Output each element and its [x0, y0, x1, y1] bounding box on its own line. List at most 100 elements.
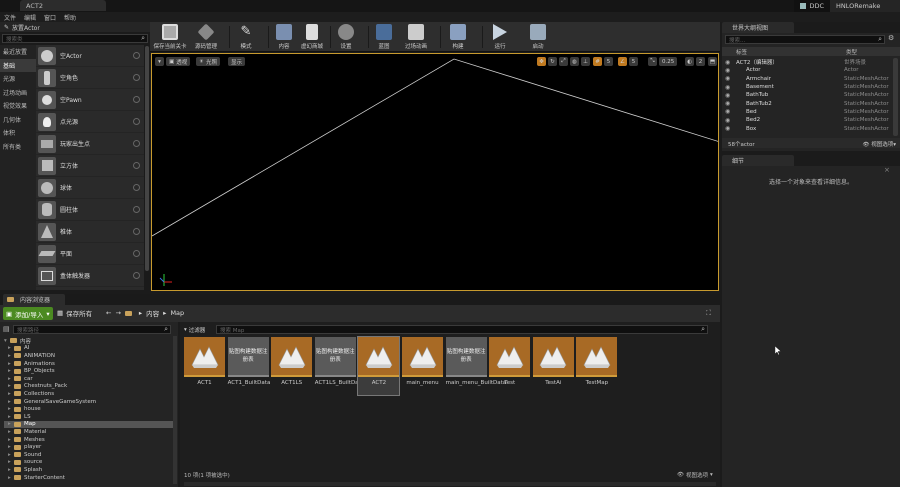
show-button[interactable]: 显示 [228, 57, 246, 66]
column-label[interactable]: 标签 [736, 48, 747, 56]
folder-tree-item[interactable]: ▸ source [4, 459, 174, 467]
scale-snap-value[interactable]: 0.25 [659, 57, 678, 66]
folder-search-input[interactable]: 搜索路径 ⌕ [13, 325, 171, 334]
category-lights[interactable]: 光源 [0, 72, 36, 86]
asset-view-options-button[interactable]: 👁 视图选项 ▾ [677, 471, 713, 479]
help-icon[interactable] [133, 206, 140, 213]
class-search-input[interactable]: 搜索类 ⌕ [2, 34, 148, 43]
help-icon[interactable] [133, 118, 140, 125]
folder-tree-item[interactable]: ▸ BP_Objects [4, 367, 174, 375]
folder-tree-scrollbar[interactable] [173, 336, 177, 484]
source-control-button[interactable]: 源码管理 [186, 23, 226, 51]
folder-tree-item[interactable]: ▸ player [4, 443, 174, 451]
sources-toggle-icon[interactable]: ▤ [3, 325, 10, 333]
visibility-eye-icon[interactable]: ◉ [725, 75, 730, 82]
folder-tree-item[interactable]: ▸ LS [4, 413, 174, 421]
outliner-row[interactable]: ◉ Actor Actor [722, 66, 892, 74]
asset-tile[interactable]: 贴图构建数据注册表 ACT1LS_BuiltData [314, 337, 364, 395]
filters-button[interactable]: ▾ 过滤器 [184, 325, 214, 334]
help-icon[interactable] [133, 162, 140, 169]
asset-tile[interactable]: TestAi [532, 337, 574, 395]
help-icon[interactable] [133, 184, 140, 191]
help-icon[interactable] [133, 272, 140, 279]
category-visual-effects[interactable]: 视觉效果 [0, 99, 36, 113]
menu-help[interactable]: 帮助 [64, 13, 76, 22]
visibility-eye-icon[interactable]: ◉ [725, 84, 730, 91]
breadcrumb-root[interactable]: 内容 [146, 308, 159, 318]
help-icon[interactable] [133, 250, 140, 257]
category-all-classes[interactable]: 所有类 [0, 140, 36, 154]
gear-icon[interactable]: ⚙ [888, 34, 894, 42]
perspective-button[interactable]: ▣ 透视 [166, 57, 191, 66]
add-import-button[interactable]: ▣ 添加/导入 ▾ [3, 307, 53, 320]
maximize-viewport-icon[interactable]: ⬒ [708, 57, 717, 66]
list-item[interactable]: 平面 [36, 243, 144, 265]
folder-tree-item[interactable]: ▸ GeneralSaveGameSystem [4, 398, 174, 406]
rotate-tool-icon[interactable]: ↻ [548, 57, 557, 66]
category-geometry[interactable]: 几何体 [0, 113, 36, 127]
outliner-row[interactable]: ◉ Bed2 StaticMeshActor [722, 116, 892, 124]
translate-tool-icon[interactable]: ✥ [537, 57, 546, 66]
modes-button[interactable]: ✎ 模式 [226, 23, 266, 51]
list-item[interactable]: 空角色 [36, 67, 144, 89]
visibility-eye-icon[interactable]: ◉ [725, 92, 730, 99]
menu-edit[interactable]: 编辑 [24, 13, 36, 22]
asset-search-input[interactable]: 搜索 Map ⌕ [216, 325, 708, 334]
lit-button[interactable]: ☀ 光照 [196, 57, 220, 66]
view-options-button[interactable]: 👁 视图选项▾ [862, 140, 896, 148]
visibility-eye-icon[interactable]: ◉ [725, 100, 730, 107]
outliner-row[interactable]: ◉ ACT2（编辑器） 世界场景 [722, 58, 892, 67]
visibility-eye-icon[interactable]: ◉ [725, 108, 730, 115]
launch-button[interactable]: 启动 [518, 23, 558, 51]
list-item[interactable]: 立方体 [36, 155, 144, 177]
save-current-level-button[interactable]: 保存当前关卡 [150, 23, 190, 51]
outliner-row[interactable]: ◉ Armchair StaticMeshActor [722, 75, 892, 83]
breadcrumb-current[interactable]: Map [170, 309, 184, 317]
column-type[interactable]: 类型 [846, 48, 857, 56]
lock-icon[interactable]: ⛶ [706, 309, 711, 318]
world-outliner-tab[interactable]: 世界大纲视图 [722, 22, 794, 33]
viewport-options-button[interactable]: ▾ [155, 57, 164, 66]
outliner-row[interactable]: ◉ Bed StaticMeshActor [722, 108, 892, 116]
help-icon[interactable] [133, 74, 140, 81]
list-item[interactable]: 球体 [36, 177, 144, 199]
back-arrow-icon[interactable]: ← [106, 309, 111, 317]
build-button[interactable]: 构建 [438, 23, 478, 51]
asset-tile[interactable]: ACT1 [184, 337, 225, 395]
help-icon[interactable] [133, 140, 140, 147]
outliner-row[interactable]: ◉ Box StaticMeshActor [722, 124, 892, 132]
list-item[interactable]: 盒体触发器 [36, 265, 144, 287]
folder-tree-item[interactable]: ▸ Material [4, 428, 174, 436]
list-item[interactable]: 圆柱体 [36, 199, 144, 221]
scale-snap-icon[interactable]: ⤡ [648, 57, 657, 66]
menu-window[interactable]: 窗口 [44, 13, 56, 22]
list-item[interactable]: 空Pawn [36, 89, 144, 111]
category-recent[interactable]: 最近放置 [0, 45, 36, 59]
folder-tree-item[interactable]: ▸ StarterContent [4, 474, 174, 482]
asset-tile[interactable]: TestMap [576, 337, 618, 395]
world-space-icon[interactable]: ◍ [570, 57, 579, 66]
folder-tree-item[interactable]: ▸ Collections [4, 390, 174, 398]
asset-tile[interactable]: ACT2 [357, 336, 401, 396]
document-tab[interactable]: ACT2 [20, 0, 106, 11]
outliner-row[interactable]: ◉ Basement StaticMeshActor [722, 83, 892, 91]
menu-file[interactable]: 文件 [4, 13, 16, 22]
list-item[interactable]: 点光源 [36, 111, 144, 133]
rotation-snap-icon[interactable]: ∠ [618, 57, 627, 66]
content-browser-tab[interactable]: 内容浏览器 [3, 294, 65, 305]
category-basic[interactable]: 基础 [0, 58, 36, 72]
folder-tree-item[interactable]: ▸ Map [4, 420, 174, 429]
modes-scrollbar-thumb[interactable] [145, 46, 149, 271]
forward-arrow-icon[interactable]: → [115, 309, 120, 317]
asset-tile[interactable]: 贴图构建数据注册表 ACT1_BuiltData [227, 337, 270, 395]
help-icon[interactable] [133, 52, 140, 59]
scale-tool-icon[interactable]: ⤢ [559, 57, 568, 66]
settings-button[interactable]: 设置 [326, 23, 366, 51]
asset-tile[interactable]: main_menu [402, 337, 443, 395]
folder-tree-item[interactable]: ▸ car [4, 375, 174, 383]
surface-snap-icon[interactable]: ⊥ [581, 57, 590, 66]
folder-tree-item[interactable]: ▸ Meshes [4, 436, 174, 444]
asset-tile[interactable]: Test [489, 337, 531, 395]
outliner-scrollbar[interactable] [893, 58, 898, 136]
folder-tree-item[interactable]: ▸ Animations [4, 360, 174, 368]
